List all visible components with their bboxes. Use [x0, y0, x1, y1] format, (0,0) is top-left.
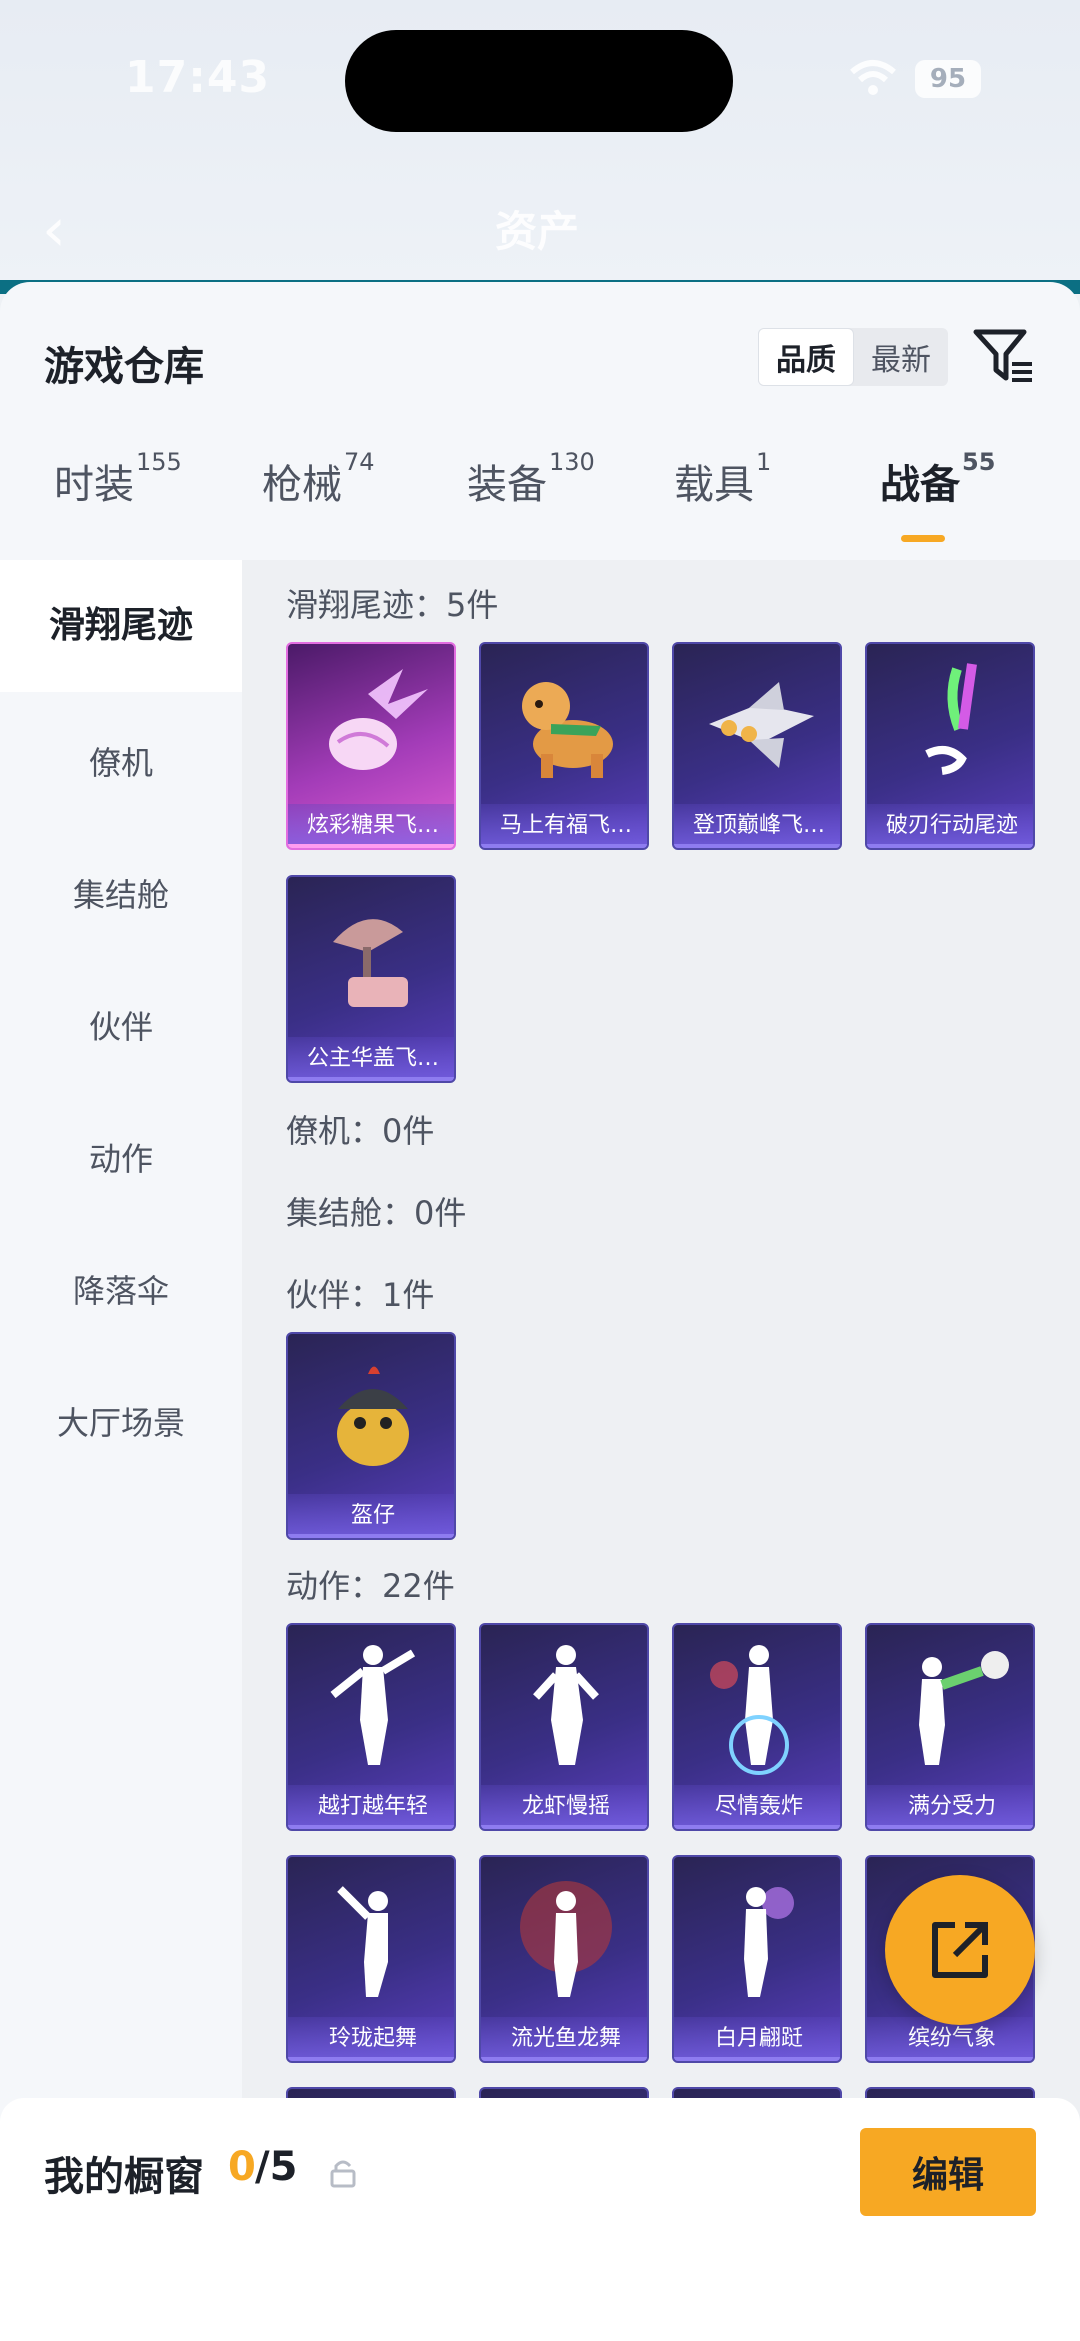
- showcase-count: 0: [228, 2144, 256, 2190]
- rarity-stripe: [481, 2057, 647, 2061]
- item-name: 盔仔: [288, 1494, 454, 1538]
- background-title: 资产: [495, 207, 580, 256]
- section-label-trail: 滑翔尾迹：5件: [286, 586, 499, 624]
- sidebar-item-assembly-pod[interactable]: 集结舱: [0, 870, 242, 916]
- screen: 17:43 95 ‹ 资产 游戏仓库 品质 最新 时装155 枪械74 装备13…: [0, 0, 1080, 2341]
- item-card[interactable]: 盔仔: [286, 1332, 456, 1540]
- item-card[interactable]: 龙虾慢摇: [479, 1623, 649, 1831]
- dancer-silhouette-icon: [674, 1857, 840, 2017]
- item-card[interactable]: 炫彩糖果飞…: [286, 642, 456, 850]
- showcase-label: 我的橱窗: [44, 2154, 204, 2200]
- dancer-silhouette-icon: [481, 1625, 647, 1785]
- dynamic-island: [345, 30, 733, 132]
- warehouse-sheet: 游戏仓库 品质 最新 时装155 枪械74 装备130 载具1 战备55 滑翔尾…: [0, 282, 1080, 2341]
- rarity-stripe: [288, 844, 454, 848]
- horse-toy-icon: [481, 644, 647, 804]
- wifi-icon: [850, 60, 896, 95]
- dancer-silhouette-icon: [288, 1857, 454, 2017]
- rarity-stripe: [288, 1077, 454, 1081]
- filter-icon[interactable]: [972, 328, 1034, 386]
- item-card[interactable]: 满分受力: [865, 1623, 1035, 1831]
- sidebar-item-parachute[interactable]: 降落伞: [0, 1266, 242, 1312]
- dancer-silhouette-icon: [867, 1625, 1033, 1785]
- item-list: 滑翔尾迹：5件 炫彩糖果飞… 马上有福飞… 登顶巅峰飞… 破刃行动尾迹 公主华盖…: [242, 560, 1080, 2341]
- item-card[interactable]: 流光鱼龙舞: [479, 1855, 649, 2063]
- showcase-bar: 我的橱窗 0 /5 编辑: [0, 2098, 1080, 2341]
- item-card[interactable]: 公主华盖飞…: [286, 875, 456, 1083]
- tab-combat-gear[interactable]: 战备55: [880, 448, 995, 510]
- battery-indicator: 95: [915, 60, 981, 98]
- item-name: 白月翩跹: [674, 2017, 840, 2061]
- section-label-assembly-pod: 集结舱：0件: [286, 1194, 467, 1232]
- item-name: 登顶巅峰飞…: [674, 804, 840, 848]
- back-icon[interactable]: ‹: [42, 195, 66, 265]
- dancer-silhouette-icon: [674, 1625, 840, 1785]
- rarity-stripe: [481, 1825, 647, 1829]
- item-name: 满分受力: [867, 1785, 1033, 1829]
- item-name: 破刃行动尾迹: [867, 804, 1033, 848]
- helmet-chick-icon: [288, 1334, 454, 1494]
- item-name: 尽情轰炸: [674, 1785, 840, 1829]
- sort-by-quality[interactable]: 品质: [758, 328, 854, 386]
- rarity-stripe: [867, 2057, 1033, 2061]
- showcase-total: /5: [255, 2144, 298, 2190]
- umbrella-carriage-icon: [288, 877, 454, 1037]
- tab-fashion[interactable]: 时装155: [54, 448, 182, 510]
- dancer-silhouette-icon: [481, 1857, 647, 2017]
- tab-vehicles[interactable]: 载具1: [674, 448, 771, 510]
- tab-equipment[interactable]: 装备130: [467, 448, 595, 510]
- rarity-stripe: [674, 1825, 840, 1829]
- sort-toggle: 品质 最新: [758, 328, 948, 386]
- sidebar-item-lobby-scene[interactable]: 大厅场景: [0, 1398, 242, 1444]
- item-name: 越打越年轻: [288, 1785, 454, 1829]
- item-name: 流光鱼龙舞: [481, 2017, 647, 2061]
- section-label-partner: 伙伴：1件: [286, 1276, 435, 1314]
- tab-weapons[interactable]: 枪械74: [262, 448, 375, 510]
- rarity-stripe: [288, 1534, 454, 1538]
- dancer-silhouette-icon: [288, 1625, 454, 1785]
- sidebar-item-wingman[interactable]: 僚机: [0, 738, 242, 784]
- item-name: 马上有福飞…: [481, 804, 647, 848]
- sort-by-newest[interactable]: 最新: [854, 328, 948, 386]
- jet-glider-icon: [674, 644, 840, 804]
- rarity-stripe: [288, 2057, 454, 2061]
- item-card[interactable]: 马上有福飞…: [479, 642, 649, 850]
- sidebar-item-partner[interactable]: 伙伴: [0, 1002, 242, 1048]
- item-card[interactable]: 越打越年轻: [286, 1623, 456, 1831]
- subcategory-sidebar: 滑翔尾迹 僚机 集结舱 伙伴 动作 降落伞 大厅场景: [0, 560, 242, 2341]
- candy-trail-icon: [288, 644, 454, 804]
- item-name: 玲珑起舞: [288, 2017, 454, 2061]
- share-button[interactable]: [885, 1875, 1035, 2025]
- item-card[interactable]: 白月翩跹: [672, 1855, 842, 2063]
- status-time: 17:43: [125, 52, 271, 103]
- rarity-stripe: [674, 2057, 840, 2061]
- item-card[interactable]: 尽情轰炸: [672, 1623, 842, 1831]
- sidebar-item-glide-trail[interactable]: 滑翔尾迹: [0, 560, 242, 692]
- rarity-stripe: [481, 844, 647, 848]
- item-card[interactable]: 登顶巅峰飞…: [672, 642, 842, 850]
- item-name: 公主华盖飞…: [288, 1037, 454, 1081]
- rarity-stripe: [288, 1825, 454, 1829]
- active-tab-indicator: [901, 535, 945, 542]
- edit-button[interactable]: 编辑: [860, 2128, 1036, 2216]
- item-card[interactable]: 玲珑起舞: [286, 1855, 456, 2063]
- item-card[interactable]: 破刃行动尾迹: [865, 642, 1035, 850]
- rarity-stripe: [867, 844, 1033, 848]
- smoke-trail-icon: [867, 644, 1033, 804]
- lock-icon: [330, 2160, 356, 2188]
- share-icon: [932, 1922, 988, 1978]
- section-label-wingman: 僚机：0件: [286, 1112, 435, 1150]
- rarity-stripe: [674, 844, 840, 848]
- rarity-stripe: [867, 1825, 1033, 1829]
- sheet-title: 游戏仓库: [44, 344, 204, 390]
- item-name: 炫彩糖果飞…: [288, 804, 454, 848]
- item-name: 龙虾慢摇: [481, 1785, 647, 1829]
- section-label-emote: 动作：22件: [286, 1567, 455, 1605]
- sidebar-item-emote[interactable]: 动作: [0, 1134, 242, 1180]
